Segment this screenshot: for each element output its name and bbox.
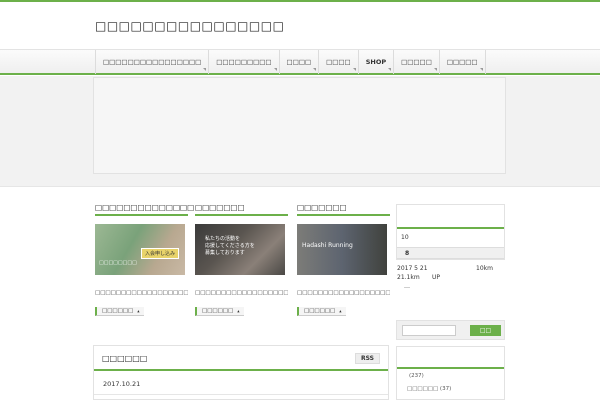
calendar-row-1[interactable]: 10: [397, 229, 504, 247]
feature-title-1: □□□□□□□□□□□□□□: [95, 203, 194, 216]
calendar-row-2[interactable]: 8: [397, 247, 504, 259]
feature-text-2: □□□□□□□□□□□□□□□□□□□□□□□□□□□□□□□□□□□: [195, 290, 288, 296]
feature-image-2[interactable]: 私たちの活動を 応援してくださる方を 募集しております: [195, 224, 285, 275]
search-widget: □□: [396, 320, 505, 340]
feature-image-caption-2: 私たちの活動を 応援してくださる方を 募集しております: [205, 236, 255, 256]
news-title: □□□□□□: [102, 354, 148, 363]
global-nav: □□□□□□□□□□□□□□□□ □□□□□□□□□ □□□□ □□□□ SHO…: [0, 49, 600, 75]
info-extra: …: [404, 283, 410, 290]
feature-column-3: □□□□□□□ Hadashi Running □□□□□□□□□□□□□□□□…: [297, 203, 390, 316]
calendar-widget: 10 8: [396, 204, 505, 260]
read-more-button-2[interactable]: □□□□□□: [195, 307, 244, 316]
sidebar: 10 8 2017 5 21 10km 21.1km UP …: [396, 204, 505, 300]
nav-item-2[interactable]: □□□□□□□□□: [209, 50, 280, 74]
feature-column-1: □□□□□□□□□□□□□□ □□□□□□□□ 入会申し込み □□□□□□□□□…: [95, 203, 194, 316]
calendar-info: 2017 5 21 10km 21.1km UP …: [396, 260, 505, 300]
info-up: UP: [432, 274, 441, 281]
rss-button[interactable]: RSS: [355, 353, 380, 364]
site-title-link[interactable]: □□□□□□□□□□□□□□□□: [95, 19, 284, 33]
archive-count[interactable]: (237): [397, 369, 504, 379]
feature-image-caption-3: Hadashi Running: [302, 242, 353, 249]
nav-item-6[interactable]: □□□□□: [394, 50, 440, 74]
nav-item-1[interactable]: □□□□□□□□□□□□□□□□: [96, 50, 210, 74]
read-more-button-3[interactable]: □□□□□□: [297, 307, 346, 316]
info-distance: 10km: [476, 265, 493, 272]
info-total: 21.1km: [397, 274, 420, 281]
nav-items: □□□□□□□□□□□□□□□□ □□□□□□□□□ □□□□ □□□□ SHO…: [95, 50, 486, 74]
feature-column-2: □□□□□□□ 私たちの活動を 応援してくださる方を 募集しております □□□□…: [195, 203, 288, 316]
news-date: 2017.10.21: [103, 380, 141, 388]
search-input[interactable]: [402, 325, 456, 336]
archive-widget: (237) □□□□□□ (37): [396, 346, 505, 400]
feature-title-3: □□□□□□□: [297, 203, 390, 216]
news-header: □□□□□□ RSS: [94, 346, 388, 371]
news-box: □□□□□□ RSS 2017.10.21: [93, 345, 389, 400]
nav-item-4[interactable]: □□□□: [319, 50, 359, 74]
hero-slider[interactable]: [93, 77, 506, 174]
feature-image-caption-1: □□□□□□□□: [99, 260, 137, 266]
read-more-button-1[interactable]: □□□□□□: [95, 307, 144, 316]
nav-item-7[interactable]: □□□□□: [440, 50, 486, 74]
nav-item-shop[interactable]: SHOP: [359, 50, 395, 74]
feature-image-3[interactable]: Hadashi Running: [297, 224, 387, 275]
join-badge: 入会申し込み: [140, 248, 179, 259]
archive-widget-header: [397, 347, 504, 369]
info-date: 2017 5 21: [397, 265, 428, 272]
archive-item[interactable]: □□□□□□ (37): [397, 379, 504, 392]
calendar-widget-header: [397, 205, 504, 229]
nav-item-3[interactable]: □□□□: [280, 50, 320, 74]
feature-title-2: □□□□□□□: [195, 203, 288, 216]
feature-text-1: □□□□□□□□□□□□□□□□□□□□□□□□□□□□□□□□□□□□□□: [95, 290, 188, 296]
site-header: □□□□□□□□□□□□□□□□: [0, 2, 600, 49]
news-divider: [94, 394, 388, 395]
feature-text-3: □□□□□□□□□□□□□□□□□□□□: [297, 290, 390, 296]
feature-image-1[interactable]: □□□□□□□□ 入会申し込み: [95, 224, 185, 275]
search-button[interactable]: □□: [470, 325, 501, 336]
